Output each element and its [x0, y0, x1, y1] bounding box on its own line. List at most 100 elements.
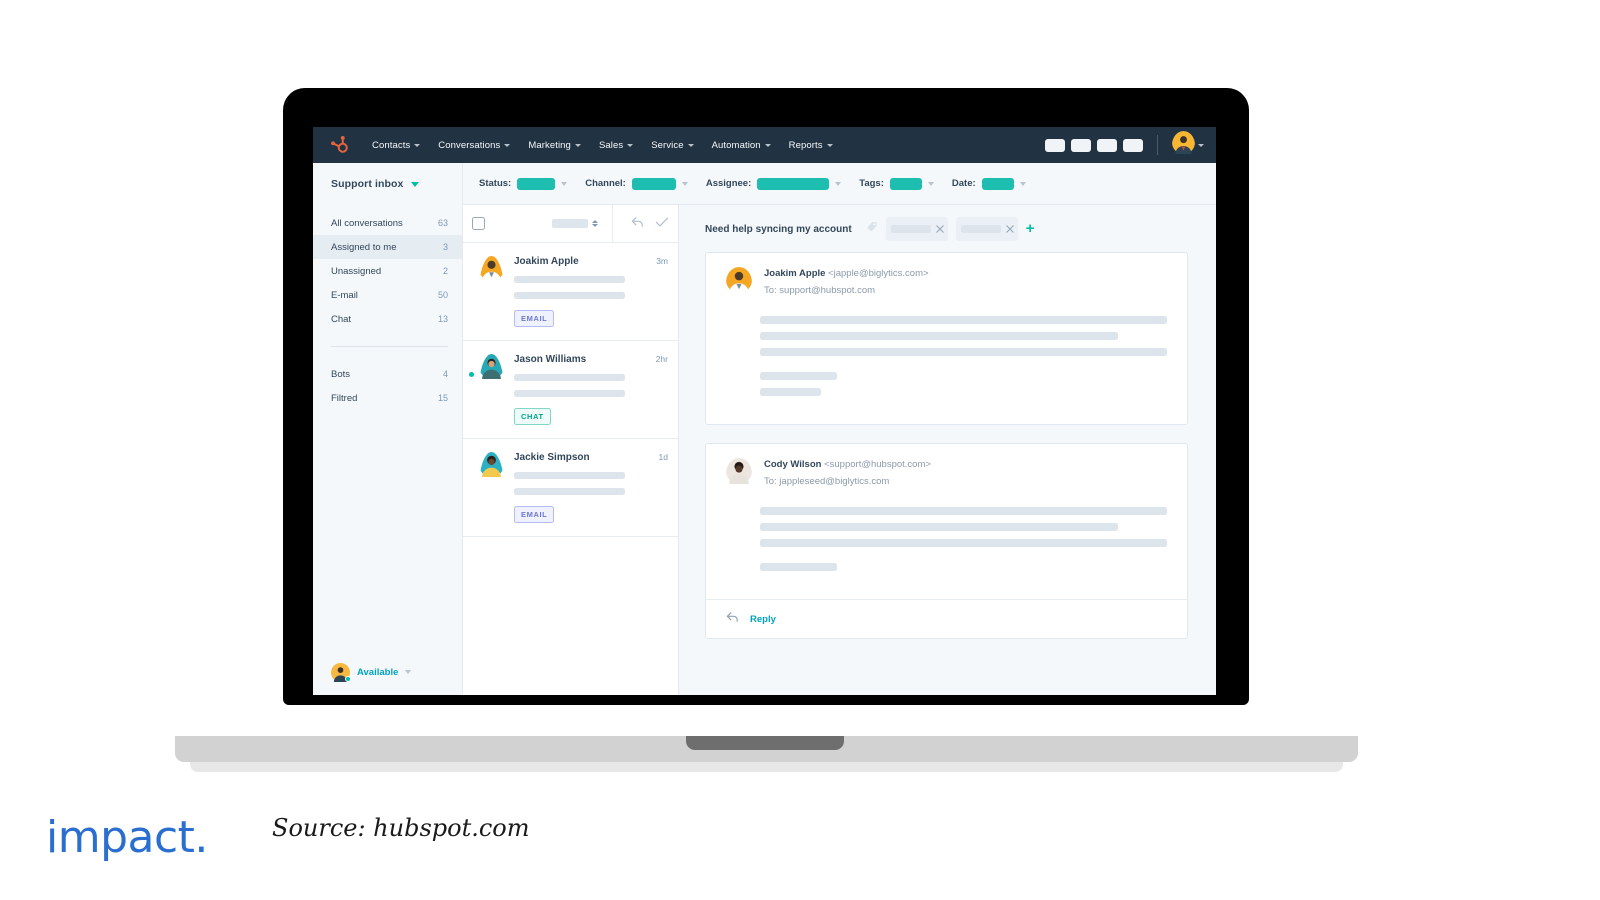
tag-chip[interactable]: [955, 217, 1018, 241]
filter-tags[interactable]: Tags:: [859, 177, 934, 190]
sidebar-item-count: 50: [437, 290, 448, 300]
sidebar-item-unassigned[interactable]: Unassigned 2: [313, 259, 462, 283]
sidebar-item-label: Unassigned: [331, 265, 382, 277]
body-placeholder-line: [760, 523, 1119, 531]
sort-selector[interactable]: [552, 219, 598, 228]
message-meta: Joakim Apple <japple@biglytics.com> To: …: [764, 267, 929, 298]
avatar: [1172, 131, 1195, 159]
chevron-down-icon: [826, 143, 833, 147]
nav-action-placeholder-2[interactable]: [1071, 138, 1091, 152]
sort-arrows-icon: [592, 220, 598, 227]
content-panes: Joakim Apple 3m EMAIL Jason Williams 2hr…: [463, 204, 1216, 695]
timestamp: 1d: [658, 452, 668, 462]
close-icon[interactable]: [1005, 220, 1014, 238]
chevron-down-icon: [627, 143, 634, 147]
filter-channel[interactable]: Channel:: [585, 177, 688, 190]
filter-value: [631, 177, 676, 190]
divider: [612, 204, 613, 243]
preview-placeholder-line: [514, 292, 625, 299]
body-placeholder-line: [760, 316, 1167, 324]
caption-area: impact. Source: hubspot.com: [0, 790, 1600, 900]
nav-item-conversations[interactable]: Conversations: [429, 135, 519, 156]
filter-status[interactable]: Status:: [479, 177, 568, 190]
nav-item-service[interactable]: Service: [642, 135, 702, 156]
sidebar-item-all-conversations[interactable]: All conversations 63: [313, 211, 462, 235]
checkmark-icon[interactable]: [655, 215, 669, 233]
nav-action-placeholder-3[interactable]: [1097, 138, 1117, 152]
body-placeholder-line: [760, 332, 1119, 340]
list-item[interactable]: Jackie Simpson 1d EMAIL: [463, 439, 678, 537]
filter-label: Assignee:: [705, 178, 752, 189]
thread-header: Need help syncing my account +: [679, 205, 1216, 252]
message-card: Cody Wilson <support@hubspot.com> To: ja…: [705, 443, 1188, 639]
filter-label: Channel:: [585, 178, 626, 189]
filter-label: Status:: [479, 178, 512, 189]
laptop-base-shadow: [190, 762, 1343, 772]
reply-button[interactable]: Reply: [706, 599, 1187, 638]
filter-value: [981, 177, 1014, 190]
avatar: [479, 256, 504, 327]
timestamp: 3m: [656, 256, 668, 266]
tag-label-placeholder: [960, 225, 1001, 233]
chevron-down-icon: [574, 143, 581, 147]
nav-action-placeholder-1[interactable]: [1045, 138, 1065, 152]
availability-status-selector[interactable]: Available: [313, 649, 462, 695]
list-item-body: Jackie Simpson 1d EMAIL: [514, 452, 668, 523]
filter-date[interactable]: Date:: [952, 177, 1026, 190]
nav-item-label: Contacts: [372, 139, 411, 151]
avatar: [726, 267, 752, 298]
avatar: [479, 354, 504, 425]
sidebar-item-filtred[interactable]: Filtred 15: [313, 386, 462, 410]
sidebar-item-chat[interactable]: Chat 13: [313, 307, 462, 331]
sidebar-item-email[interactable]: E-mail 50: [313, 283, 462, 307]
filter-value: [757, 177, 830, 190]
thread-subject: Need help syncing my account: [705, 223, 852, 235]
chevron-down-icon: [681, 181, 688, 186]
avatar: [479, 452, 504, 523]
reply-arrow-icon[interactable]: [631, 215, 645, 233]
close-icon[interactable]: [935, 220, 944, 238]
nav-item-contacts[interactable]: Contacts: [363, 135, 429, 156]
account-menu[interactable]: [1172, 131, 1204, 159]
nav-item-label: Automation: [711, 139, 761, 151]
inbox-selector[interactable]: Support inbox: [313, 163, 462, 205]
sidebar-item-assigned-to-me[interactable]: Assigned to me 3: [313, 235, 462, 259]
sidebar-item-label: Bots: [331, 368, 351, 380]
nav-item-sales[interactable]: Sales: [590, 135, 642, 156]
add-tag-button[interactable]: +: [1026, 221, 1035, 236]
filter-assignee[interactable]: Assignee:: [705, 177, 842, 190]
filter-bar: Status: Channel: Assignee: Tags: Date:: [463, 163, 1216, 205]
preview-placeholder-line: [514, 390, 625, 397]
sidebar-item-count: 63: [437, 218, 448, 228]
select-all-checkbox[interactable]: [472, 217, 485, 230]
body-placeholder-line: [760, 507, 1167, 515]
body-placeholder-line: [760, 539, 1167, 547]
sidebar-item-bots[interactable]: Bots 4: [313, 362, 462, 386]
conversation-list-toolbar: [463, 204, 678, 243]
message-recipient: To: support@hubspot.com: [764, 285, 876, 296]
nav-action-placeholder-4[interactable]: [1123, 138, 1143, 152]
nav-item-marketing[interactable]: Marketing: [519, 135, 590, 156]
sidebar-item-label: E-mail: [331, 289, 358, 301]
nav-item-reports[interactable]: Reports: [780, 135, 842, 156]
chevron-down-icon: [835, 181, 842, 186]
message-sender: Joakim Apple <japple@biglytics.com>: [764, 268, 929, 279]
contact-name: Joakim Apple: [514, 256, 579, 267]
chevron-down-icon: [1019, 181, 1026, 186]
message-meta: Cody Wilson <support@hubspot.com> To: ja…: [764, 458, 931, 489]
hubspot-sprocket-icon[interactable]: [327, 134, 349, 156]
filter-value: [517, 177, 556, 190]
app-body: Support inbox All conversations 63 Assig…: [313, 163, 1216, 695]
list-item[interactable]: Jason Williams 2hr CHAT: [463, 341, 678, 439]
nav-item-automation[interactable]: Automation: [703, 135, 780, 156]
sidebar-item-label: All conversations: [331, 217, 403, 229]
message-header: Joakim Apple <japple@biglytics.com> To: …: [706, 253, 1187, 298]
conversation-list: Joakim Apple 3m EMAIL Jason Williams 2hr…: [463, 204, 679, 695]
tag-chip[interactable]: [885, 217, 948, 241]
body-placeholder-line: [760, 348, 1167, 356]
body-placeholder-line: [760, 372, 838, 380]
chevron-down-icon: [411, 181, 420, 187]
reply-label: Reply: [750, 613, 776, 625]
sender-address: <support@hubspot.com>: [824, 459, 931, 470]
list-item[interactable]: Joakim Apple 3m EMAIL: [463, 243, 678, 341]
